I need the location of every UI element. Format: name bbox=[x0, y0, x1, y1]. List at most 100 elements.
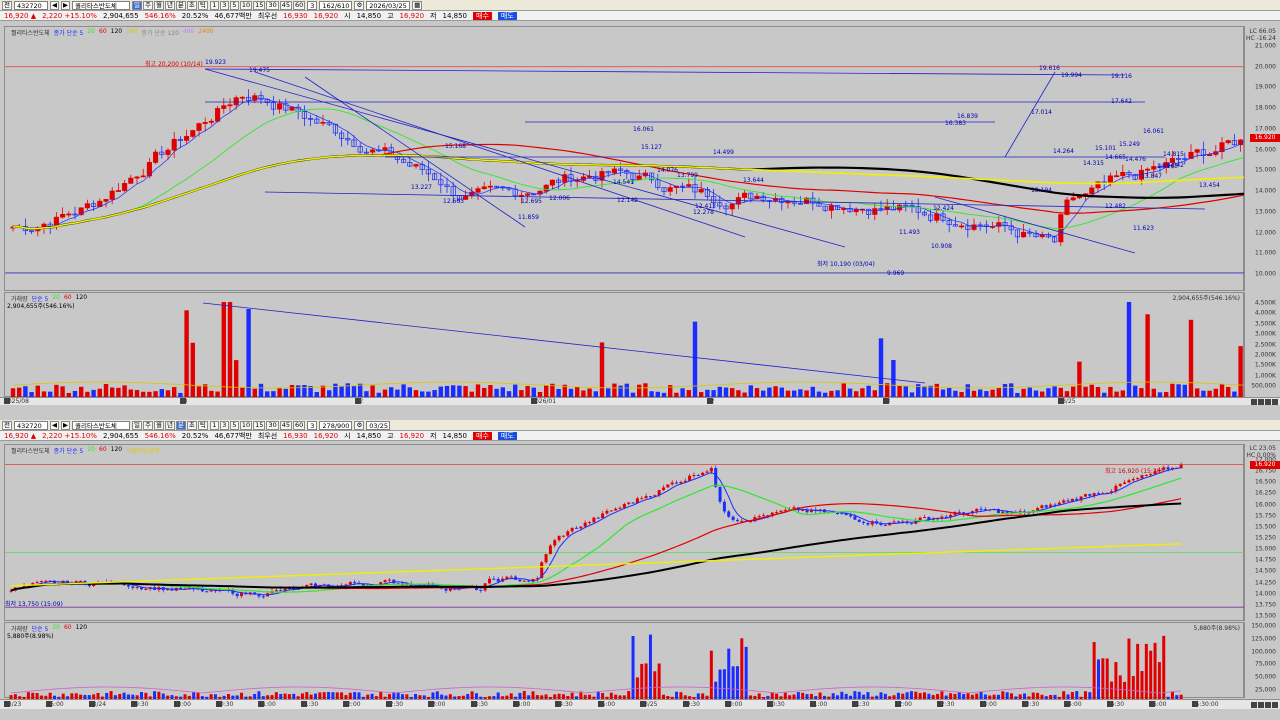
volume-bar bbox=[91, 389, 96, 397]
bottom-tab-4[interactable]: 분 bbox=[175, 420, 186, 430]
top-stock-name[interactable]: 퀄리타스반도체 bbox=[71, 0, 130, 10]
bottom-buy-button[interactable]: 매수 bbox=[473, 431, 492, 440]
bottom-period-15[interactable]: 15 bbox=[253, 420, 266, 430]
top-scroll-last-icon[interactable] bbox=[1272, 398, 1278, 405]
top-calendar-icon[interactable]: ▦ bbox=[412, 0, 423, 10]
top-tab-1[interactable]: 주 bbox=[142, 0, 153, 10]
top-minute-buttons: 1 3 5 10 15 30 45 60 bbox=[209, 0, 306, 10]
bottom-sell-button[interactable]: 매도 bbox=[497, 431, 517, 440]
bottom-volume-bar bbox=[714, 681, 718, 699]
top-tab-2[interactable]: 월 bbox=[153, 0, 164, 10]
top-range-field[interactable]: 162/610 bbox=[319, 0, 353, 10]
top-tab-0[interactable]: 일 bbox=[131, 0, 142, 10]
top-code-input[interactable]: 432720 bbox=[13, 0, 48, 10]
top-tab-5[interactable]: 초 bbox=[186, 0, 197, 10]
candle-body bbox=[208, 120, 214, 123]
top-buy-button[interactable]: 매수 bbox=[473, 11, 492, 20]
bottom-tab-5[interactable]: 초 bbox=[186, 420, 197, 430]
top-time-axis[interactable]: 2025/08 10 12 2026/01 02 03 03/25 bbox=[0, 397, 1280, 405]
top-price-pane[interactable]: 퀄리타스반도체 종가 단순 5 20 60 120 240 종가 단순 120 480 2400… bbox=[4, 26, 1245, 291]
top-scroll-prev-icon[interactable] bbox=[1258, 398, 1264, 405]
bottom-count-field[interactable]: 3 bbox=[307, 420, 318, 430]
volume-bar bbox=[1009, 383, 1014, 397]
bottom-volume-bar bbox=[627, 691, 631, 699]
bottom-price-chart[interactable] bbox=[5, 445, 1245, 622]
bottom-period-3[interactable]: 3 bbox=[219, 420, 229, 430]
bottom-volume-bar bbox=[857, 691, 861, 699]
bottom-scroll-last-icon[interactable] bbox=[1272, 701, 1278, 708]
top-next-button[interactable]: ▶ bbox=[60, 0, 70, 10]
bottom-volume-bar bbox=[157, 691, 161, 699]
bottom-tab-0[interactable]: 일 bbox=[131, 420, 142, 430]
bottom-time-axis[interactable]: 03/23 15:00 03/24 09:30 10:00 10:30 11:00 11:30… bbox=[0, 699, 1280, 709]
bottom-volume-bar bbox=[1110, 681, 1114, 699]
bottom-tab-2[interactable]: 월 bbox=[153, 420, 164, 430]
bottom-tab-3[interactable]: 년 bbox=[164, 420, 175, 430]
bottom-price-tick-3: 16.250 bbox=[1255, 489, 1276, 497]
bottom-tab-6[interactable]: 틱 bbox=[197, 420, 208, 430]
bottom-candle-body bbox=[144, 589, 148, 591]
top-date-field[interactable]: 2026/03/25 bbox=[366, 0, 411, 10]
bottom-scroll-prev-icon[interactable] bbox=[1258, 701, 1264, 708]
top-period-45[interactable]: 45 bbox=[279, 0, 292, 10]
top-sell-button[interactable]: 매도 bbox=[497, 11, 517, 20]
bottom-period-60[interactable]: 60 bbox=[293, 420, 306, 430]
bottom-period-30[interactable]: 30 bbox=[266, 420, 279, 430]
bottom-price-tick-11: 14.250 bbox=[1255, 579, 1276, 587]
bottom-volume-bar bbox=[109, 691, 113, 699]
bottom-period-45[interactable]: 45 bbox=[279, 420, 292, 430]
volume-bar bbox=[996, 387, 1001, 397]
bottom-x-label-8: 12:00 bbox=[343, 701, 361, 708]
top-settings-button[interactable]: ⚙ bbox=[354, 0, 365, 10]
top-volume-pane[interactable]: 거래량 단순 5 20 60 120 2,904,655주(546.16%) bbox=[4, 292, 1245, 398]
top-prev-button[interactable]: ◀ bbox=[49, 0, 59, 10]
top-price-axis[interactable]: LC 66.05 HC -16.24 21.000 20.000 19.000 18.0… bbox=[1244, 26, 1280, 291]
bottom-x-label-20: 11:30 bbox=[852, 701, 870, 708]
bottom-candle-body bbox=[583, 522, 587, 527]
top-period-15[interactable]: 15 bbox=[253, 0, 266, 10]
bottom-price-pane[interactable]: 퀄리타스반도체 종가 단순 5 20 60 120 시장가입금액 최고 16,920 (1… bbox=[4, 444, 1245, 622]
bottom-range-field[interactable]: 278/900 bbox=[319, 420, 353, 430]
bottom-price-axis[interactable]: LC 23.05 HC 0.00% 17.000 16.750 16.500 16.25… bbox=[1244, 444, 1280, 621]
volume-bar bbox=[723, 387, 729, 397]
top-period-3[interactable]: 3 bbox=[219, 0, 229, 10]
bottom-period-1[interactable]: 1 bbox=[209, 420, 219, 430]
bottom-stock-name[interactable]: 퀄리타스반도체 bbox=[71, 420, 130, 430]
bottom-market-select[interactable]: 전 bbox=[2, 420, 12, 430]
volume-bar bbox=[835, 390, 840, 397]
top-period-5[interactable]: 5 bbox=[229, 0, 239, 10]
bottom-volume-axis[interactable]: 5,880주(8.98%) 150,000 125,000 100,000 75,00… bbox=[1194, 622, 1280, 698]
top-count-field[interactable]: 3 bbox=[307, 0, 318, 10]
top-scroll-first-icon[interactable] bbox=[1251, 398, 1257, 405]
top-volume-axis[interactable]: 2,904,655주(546.16%) 4,500K 4,000K 3,500K 3,… bbox=[1173, 292, 1280, 397]
top-period-30[interactable]: 30 bbox=[266, 0, 279, 10]
bottom-date-field[interactable]: 03/25 bbox=[366, 420, 391, 430]
bottom-period-5[interactable]: 5 bbox=[229, 420, 239, 430]
bottom-tab-1[interactable]: 주 bbox=[142, 420, 153, 430]
volume-bar bbox=[934, 383, 939, 397]
top-scroll-next-icon[interactable] bbox=[1265, 398, 1271, 405]
top-tab-6[interactable]: 틱 bbox=[197, 0, 208, 10]
top-market-select[interactable]: 전 bbox=[2, 0, 12, 10]
bottom-scroll-first-icon[interactable] bbox=[1251, 701, 1257, 708]
trend-line-2 bbox=[254, 71, 746, 238]
bottom-candle-body bbox=[496, 578, 500, 582]
bottom-volume-pane[interactable]: 거래량 단순 5 20 60 120 5,880주(8.98%) bbox=[4, 622, 1245, 699]
bottom-scroll-next-icon[interactable] bbox=[1265, 701, 1271, 708]
bottom-volume-chart[interactable] bbox=[5, 623, 1245, 699]
bottom-price-tick-10: 14.500 bbox=[1255, 567, 1276, 575]
bottom-prev-button[interactable]: ◀ bbox=[49, 420, 59, 430]
bottom-candle-body bbox=[670, 482, 674, 485]
bottom-next-button[interactable]: ▶ bbox=[60, 420, 70, 430]
bottom-volume-bar bbox=[909, 691, 913, 699]
bottom-settings-button[interactable]: ⚙ bbox=[354, 420, 365, 430]
bottom-period-10[interactable]: 10 bbox=[239, 420, 253, 430]
top-tab-3[interactable]: 년 bbox=[164, 0, 175, 10]
top-tab-4[interactable]: 분 bbox=[175, 0, 186, 10]
top-period-1[interactable]: 1 bbox=[209, 0, 219, 10]
bottom-x-label-17: 10:00 bbox=[725, 701, 743, 708]
top-period-60[interactable]: 60 bbox=[293, 0, 306, 10]
top-volume-chart[interactable] bbox=[5, 293, 1245, 398]
top-period-10[interactable]: 10 bbox=[239, 0, 253, 10]
bottom-code-input[interactable]: 432720 bbox=[13, 420, 48, 430]
